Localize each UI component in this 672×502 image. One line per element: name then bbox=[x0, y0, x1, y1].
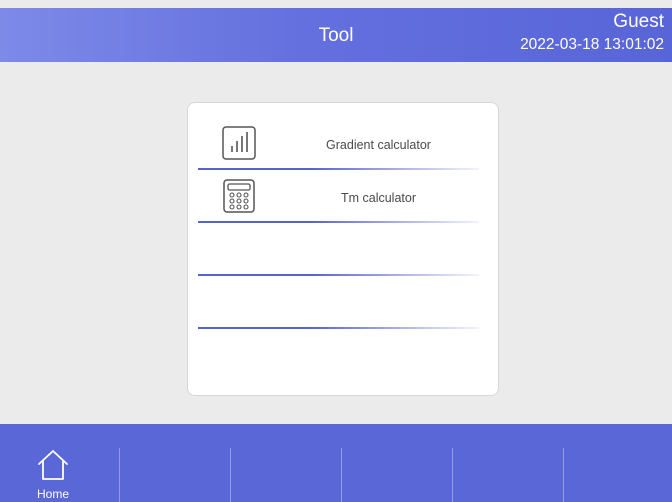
row-divider bbox=[198, 168, 479, 170]
row-divider bbox=[198, 327, 479, 329]
nav-slot-empty bbox=[342, 448, 453, 502]
tool-item-empty bbox=[198, 277, 479, 329]
nav-home-button[interactable]: Home bbox=[8, 448, 119, 502]
user-name[interactable]: Guest bbox=[613, 11, 664, 33]
nav-slot-empty bbox=[564, 448, 672, 502]
bar-chart-icon bbox=[222, 126, 256, 160]
nav-slot-empty bbox=[120, 448, 231, 502]
tool-item-label: Tm calculator bbox=[340, 191, 417, 205]
bottom-nav-bar: Home bbox=[0, 424, 672, 502]
header-bar: Tool Guest 2022-03-18 13:01:02 bbox=[0, 8, 672, 62]
nav-slot-empty bbox=[453, 448, 564, 502]
row-divider bbox=[198, 274, 479, 276]
nav-slot-empty bbox=[231, 448, 342, 502]
tool-item-empty bbox=[198, 224, 479, 276]
tool-item-tm-calculator[interactable]: Tm calculator bbox=[198, 171, 479, 223]
row-divider bbox=[198, 221, 479, 223]
tool-list-card: Gradient calculator Tm calculator bbox=[187, 102, 499, 396]
tool-screen: Tool Guest 2022-03-18 13:01:02 Gradient … bbox=[0, 0, 672, 502]
tool-item-label: Gradient calculator bbox=[326, 138, 431, 152]
datetime-display: 2022-03-18 13:01:02 bbox=[520, 36, 664, 53]
tool-item-gradient-calculator[interactable]: Gradient calculator bbox=[198, 118, 479, 170]
home-icon bbox=[38, 450, 68, 480]
nav-home-label: Home bbox=[36, 487, 69, 501]
calculator-icon bbox=[223, 179, 255, 213]
